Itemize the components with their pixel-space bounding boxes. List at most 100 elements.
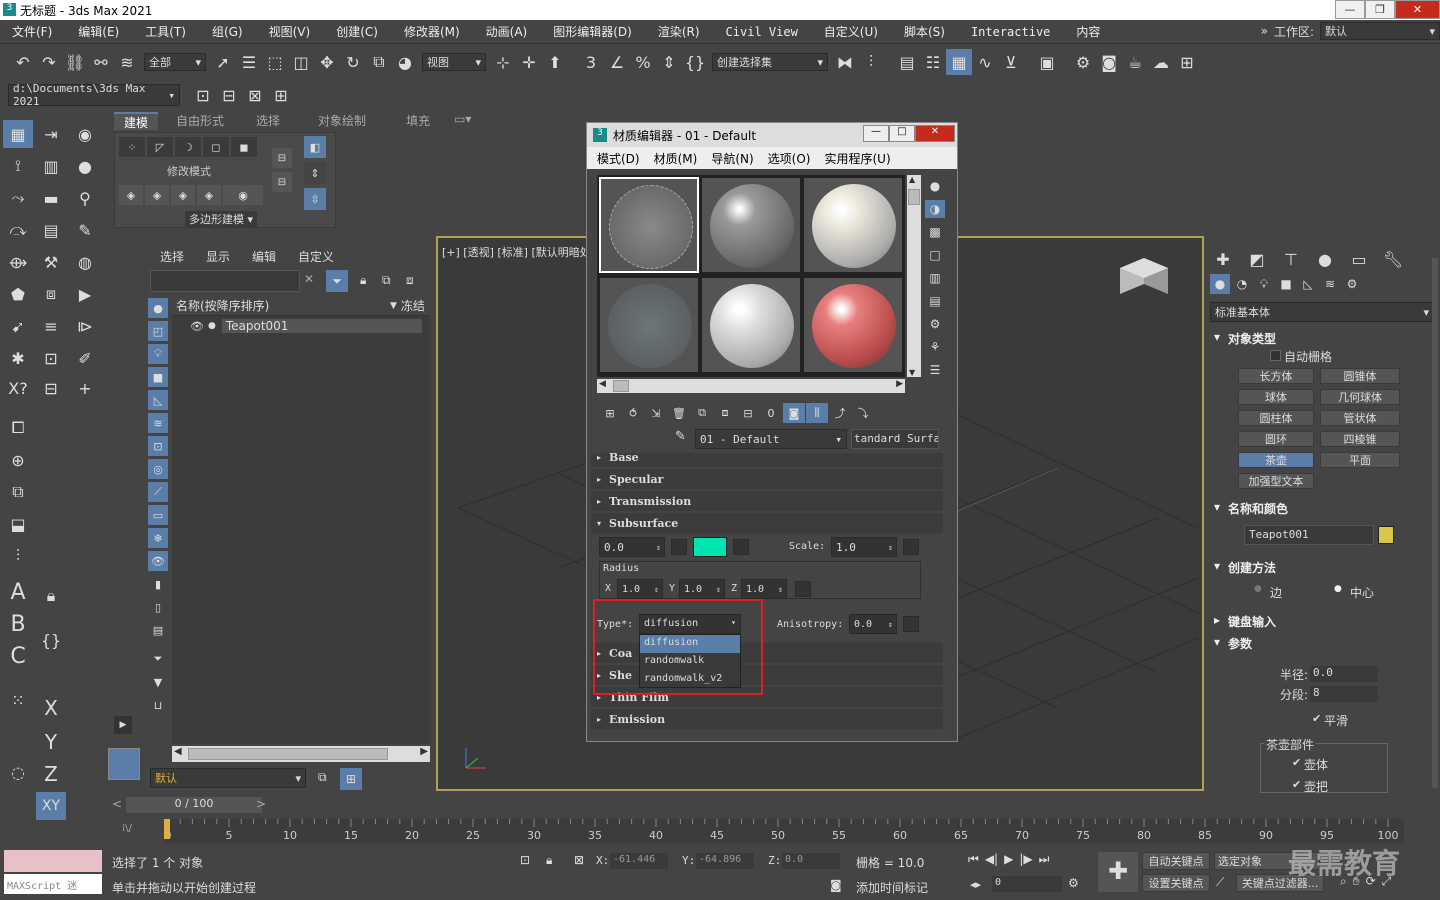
render-icon[interactable]: ☕ [1122,49,1148,75]
add-time-tag[interactable]: 添加时间标记 [856,879,928,896]
align-view-icon[interactable]: ⧠ [3,414,33,442]
cylinder-button[interactable]: 圆柱体 [1238,410,1314,426]
body-checkbox[interactable]: ✔ [1292,756,1301,769]
make-unique-icon[interactable]: ⧈ [714,403,736,423]
scene-filter-helper-icon[interactable]: ◺ [148,390,168,410]
lasso-icon[interactable]: ⟟ [3,152,33,180]
edge-icon[interactable]: ◸ [147,137,173,157]
select-region-icon[interactable]: ⬓ [3,510,33,538]
set-key-icon[interactable]: ✚ [1098,852,1138,892]
menu-graph-editors[interactable]: 图形编辑器(D) [541,23,646,40]
rollout-specular[interactable]: ▸ Specular [591,469,943,489]
lock-scene-icon[interactable]: 🔒︎ [360,273,366,288]
lock-icon[interactable]: 🔒︎ [36,582,66,610]
time-tag-icon[interactable]: ◙ [830,878,842,892]
shapes-cat-icon[interactable]: ◔ [1232,274,1252,294]
render-a360-icon[interactable]: ⊞ [1174,49,1200,75]
project-icon-3[interactable]: ⊠ [242,82,268,108]
curve-editor-icon[interactable]: ∿ [972,49,998,75]
menu-scripting[interactable]: 脚本(S) [892,23,959,40]
modify-tab-icon[interactable]: ◩ [1244,246,1270,272]
material-type-button[interactable]: tandard Surface [851,429,939,449]
shapes-icon[interactable]: ● [70,152,100,180]
redo-icon[interactable]: ↷ [36,49,62,75]
layers-icon[interactable]: ▤ [36,216,66,244]
menu-customize[interactable]: 自定义(U) [812,23,892,40]
radius-z-spinner[interactable]: 1.0 ⇕ [741,579,787,599]
ribbon-pin-icon[interactable]: ◧ [304,136,326,158]
scene-filter-camera-icon[interactable]: ■ [148,367,168,387]
maxscript-input[interactable]: MAXScript 迷 [4,874,102,894]
knife-icon[interactable]: ⤼ [3,216,33,244]
select-grid-icon[interactable]: ▦ [3,120,33,148]
background-icon[interactable]: ▩ [925,223,945,241]
text-c-icon[interactable]: C [3,642,33,670]
assign-material-icon[interactable]: ⇲ [645,403,667,423]
material-editor-titlebar[interactable]: 3 材质编辑器 - 01 - Default — □ ✕ [587,123,957,147]
ribbon-options-icon[interactable]: ▭▾ [446,112,479,130]
box-icon[interactable]: ▬ [36,184,66,212]
eyedropper-icon[interactable]: ✎ [675,429,686,444]
mat-close-button[interactable]: ✕ [915,125,955,142]
add-icon[interactable]: + [70,374,100,402]
text-a-icon[interactable]: A [3,578,33,606]
slots-vscroll[interactable]: ▲ ▼ [907,175,921,377]
y-coord[interactable]: -64.896 [696,853,754,869]
viewport-icon[interactable]: ◉ [70,120,100,148]
next-frame-icon[interactable]: |▶ [1019,852,1032,867]
percent-snap-icon[interactable]: % [630,49,656,75]
menu-content[interactable]: 内容 [1064,23,1114,40]
time-slider[interactable]: 0 / 100 [126,797,262,813]
play-anim-icon[interactable]: ▶ [1004,852,1013,867]
brush-icon[interactable]: ✎ [70,216,100,244]
radius-x-spinner[interactable]: 1.0 ⇕ [617,579,663,599]
menu-create[interactable]: 创建(C) [324,23,392,40]
reset-material-icon[interactable]: 🗑︎ [668,403,690,423]
scene-filter-shape-icon[interactable]: ◰ [148,321,168,341]
prev-frame-icon[interactable]: ◀| [985,852,998,867]
sample-slot-4[interactable] [599,277,699,373]
time-prev-icon[interactable]: < [112,797,122,811]
material-name-select[interactable]: 01 - Default ▾ [695,429,847,449]
select-by-material-icon[interactable]: ⚘ [925,338,945,356]
show-shaded-icon[interactable]: ◙ [783,403,805,423]
photo-icon[interactable]: ⊡ [36,344,66,372]
gizmo-icon[interactable]: ⚒ [36,248,66,276]
axis-xy-icon[interactable]: XY [36,792,66,820]
scene-tab-select[interactable]: 选择 [160,248,184,265]
sample-slot-5[interactable] [701,277,801,373]
save-icon[interactable]: ⊟ [36,374,66,402]
slots-hscroll[interactable]: ◀ ▶ [597,379,905,393]
import-icon[interactable]: ⇥ [36,120,66,148]
ref-coord-select[interactable]: 视图 ▾ [422,53,486,71]
pointer-icon[interactable]: ➹ [3,312,33,340]
time-next-icon[interactable]: > [256,797,266,811]
menu-group[interactable]: 组(G) [200,23,257,40]
dots-icon[interactable]: ⁙ [3,686,33,714]
scene-filter-frozen-icon[interactable]: ❄ [148,528,168,548]
material-editor-icon[interactable]: ▣ [1034,49,1060,75]
place-icon[interactable]: ◕ [392,49,418,75]
maxscript-listener[interactable] [4,850,102,872]
keyboard-entry-tri-icon[interactable]: ▸ [1214,613,1220,627]
tube-button[interactable]: 管状体 [1320,410,1400,426]
menu-interactive[interactable]: Interactive [959,25,1064,39]
scene-filter-xref-icon[interactable]: ◎ [148,459,168,479]
video-check-icon[interactable]: ▥ [925,269,945,287]
put-to-scene-icon[interactable]: ⥀ [622,403,644,423]
scene-row[interactable]: 👁︎ ● Teapot001 [172,316,430,336]
geometry-icon[interactable]: ● [1210,274,1230,294]
undo-icon[interactable]: ↶ [10,49,36,75]
snapshot-icon[interactable]: ⧈ [36,280,66,308]
key-filter-icon[interactable]: ⟋ [1216,875,1224,890]
scene-filter-group-icon[interactable]: ⊡ [148,436,168,456]
options-icon[interactable]: ⚙ [925,315,945,333]
project-icon-1[interactable]: ⊡ [190,82,216,108]
scene-filter-container-icon[interactable]: ▭ [148,505,168,525]
list-icon[interactable]: ≡ [36,312,66,340]
menu-file[interactable]: 文件(F) [0,23,66,40]
key-mode-toggle-icon[interactable]: ◂▸ [970,878,981,891]
menu-animation[interactable]: 动画(A) [474,23,542,40]
render-frame-icon[interactable]: ◙ [1096,49,1122,75]
object-type-header[interactable]: 对象类型 [1228,330,1276,347]
